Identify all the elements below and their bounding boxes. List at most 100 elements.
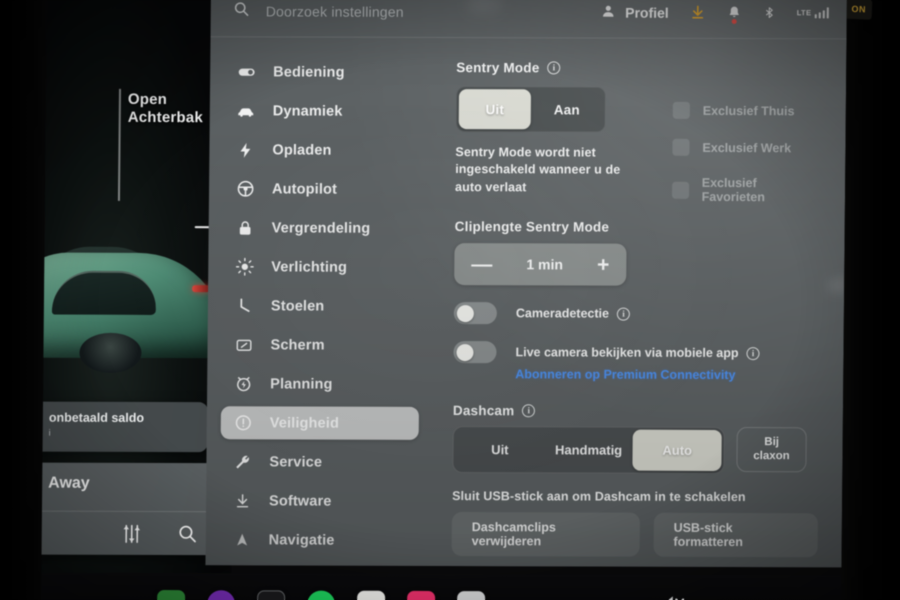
clip-length-value: 1 min	[526, 256, 564, 273]
search-bar[interactable]	[233, 0, 602, 23]
sidebar-item-verlichting[interactable]: Verlichting	[222, 250, 420, 284]
climate-card[interactable]: Away	[40, 462, 221, 556]
open-trunk-label[interactable]: Open Achterbak	[128, 91, 204, 128]
checkbox-box	[672, 138, 690, 156]
network-type-label: LTE	[796, 8, 812, 18]
dashcam-option-auto[interactable]: Auto	[632, 429, 722, 471]
balance-card[interactable]: onbetaald saldo i	[40, 401, 209, 453]
volume-muted-icon[interactable]	[660, 594, 687, 600]
dashcam-label: Dashcam	[452, 403, 515, 419]
sidebar-item-software[interactable]: Software	[220, 484, 418, 518]
toggle-knob	[456, 343, 474, 361]
balance-title: onbetaald saldo	[48, 410, 145, 425]
checkbox-box	[672, 101, 690, 119]
sidebar-item-label: Navigatie	[268, 531, 335, 549]
sidebar-item-label: Planning	[270, 375, 333, 393]
dock-app-camera[interactable]: ●●●	[256, 590, 286, 600]
sidebar-item-opladen[interactable]: Opladen	[223, 133, 421, 167]
search-icon[interactable]	[233, 0, 250, 22]
dashcam-horn-button[interactable]: Bij claxon	[736, 427, 807, 473]
info-icon[interactable]: i	[547, 61, 561, 75]
sidebar-item-autopilot[interactable]: Autopilot	[223, 172, 421, 206]
info-icon[interactable]: i	[616, 307, 631, 321]
sidebar-item-bediening[interactable]: Bediening	[224, 55, 422, 89]
horn-line2: claxon	[753, 449, 790, 462]
premium-connectivity-link[interactable]: Abonneren op Premium Connectivity	[515, 367, 819, 382]
info-icon[interactable]: i	[522, 404, 536, 418]
display-icon	[233, 335, 253, 355]
lock-icon	[235, 218, 255, 238]
warning-circle-icon	[233, 413, 253, 433]
sliders-icon[interactable]	[121, 522, 143, 544]
seat-icon	[234, 296, 254, 316]
toggle-knob	[456, 304, 474, 322]
sidebar-item-scherm[interactable]: Scherm	[221, 328, 419, 362]
notification-badge	[731, 19, 737, 25]
live-camera-label: Live camera bekijken via mobiele app	[515, 345, 739, 361]
sidebar-item-label: Bediening	[273, 63, 345, 81]
sidebar-item-label: Autopilot	[271, 180, 338, 198]
sidebar-item-planning[interactable]: Planning	[221, 367, 419, 401]
dock-app-notes[interactable]	[356, 590, 386, 600]
settings-nav: Bediening Dynamiek Opladen Autopilot Ver…	[205, 37, 434, 566]
bell-icon[interactable]	[727, 4, 742, 25]
sidebar-item-label: Vergrendeling	[271, 219, 371, 237]
signal-icon[interactable]: LTE	[796, 7, 829, 19]
alarm-clock-icon	[233, 374, 253, 394]
safety-settings-content: Sentry Mode i Uit Aan Sentry Mode wordt …	[429, 38, 848, 567]
settings-body: Bediening Dynamiek Opladen Autopilot Ver…	[205, 37, 848, 567]
dashcam-mode-segmented-control: Uit Handmatig Auto	[452, 426, 725, 474]
bluetooth-icon[interactable]	[763, 4, 776, 21]
sidebar-item-dynamiek[interactable]: Dynamiek	[224, 94, 422, 128]
sentry-option-aan[interactable]: Aan	[531, 89, 603, 129]
dock-app-spotify[interactable]	[306, 590, 336, 600]
checkbox-exclusief-werk[interactable]: Exclusief Werk	[672, 138, 821, 157]
steering-wheel-icon	[235, 179, 255, 199]
usb-note: Sluit USB-stick aan om Dashcam in te sch…	[452, 489, 746, 505]
sentry-left-column: Uit Aan Sentry Mode wordt niet ingeschak…	[455, 75, 633, 204]
sidebar-item-label: Scherm	[270, 336, 325, 354]
navigation-icon	[232, 530, 252, 550]
format-usb-button[interactable]: USB-stick formatteren	[653, 512, 818, 558]
sun-icon	[234, 257, 254, 277]
dock-app-green[interactable]	[156, 589, 186, 600]
open-trunk-line2: Achterbak	[127, 109, 203, 127]
search-icon[interactable]	[177, 523, 198, 544]
sentry-mode-segmented-control: Uit Aan	[455, 86, 607, 133]
download-icon[interactable]	[690, 4, 706, 21]
sidebar-item-service[interactable]: Service	[220, 445, 418, 479]
delete-dashcam-clips-button[interactable]: Dashcamclips verwijderen	[451, 512, 640, 557]
dashcam-option-handmatig[interactable]: Handmatig	[544, 429, 633, 470]
camera-detection-toggle[interactable]	[453, 302, 497, 325]
sidebar-item-vergrendeling[interactable]: Vergrendeling	[223, 211, 421, 245]
sidebar-item-veiligheid[interactable]: Veiligheid	[220, 406, 419, 440]
camera-detection-row: Cameradetectie i	[453, 302, 820, 325]
climate-card-toolbar	[40, 510, 220, 556]
checkbox-exclusief-thuis[interactable]: Exclusief Thuis	[672, 101, 822, 120]
live-camera-toggle[interactable]	[453, 341, 497, 364]
checkbox-exclusief-favorieten[interactable]: Exclusief Favorieten	[671, 176, 821, 205]
increment-button[interactable]: +	[597, 253, 609, 276]
dock-media-controls: ‹ ›	[631, 594, 841, 600]
toggle-icon	[236, 62, 256, 82]
person-icon	[601, 3, 616, 21]
callout-line	[117, 88, 122, 201]
profile-button[interactable]: Profiel	[601, 3, 669, 21]
sidebar-item-label: Service	[269, 453, 323, 471]
checkbox-box	[671, 181, 689, 199]
sidebar-item-stoelen[interactable]: Stoelen	[222, 289, 420, 323]
car-icon	[236, 101, 256, 121]
decrement-button[interactable]: —	[471, 253, 492, 276]
dock-app-music[interactable]: ♫	[406, 590, 436, 600]
balance-sub: i	[48, 427, 51, 438]
open-trunk-line1: Open	[127, 90, 168, 109]
dock-app-purple[interactable]	[206, 590, 236, 600]
sidebar-item-navigatie[interactable]: Navigatie	[220, 523, 418, 557]
dashcam-controls: Uit Handmatig Auto Bij claxon	[452, 426, 818, 474]
info-icon[interactable]: i	[746, 346, 760, 360]
dashcam-option-uit[interactable]: Uit	[455, 429, 544, 470]
live-camera-label-wrap: Live camera bekijken via mobiele app i	[515, 345, 760, 361]
dock-app-video[interactable]: ▶	[456, 591, 486, 600]
sentry-option-uit[interactable]: Uit	[458, 89, 532, 130]
wrench-icon	[232, 452, 252, 472]
